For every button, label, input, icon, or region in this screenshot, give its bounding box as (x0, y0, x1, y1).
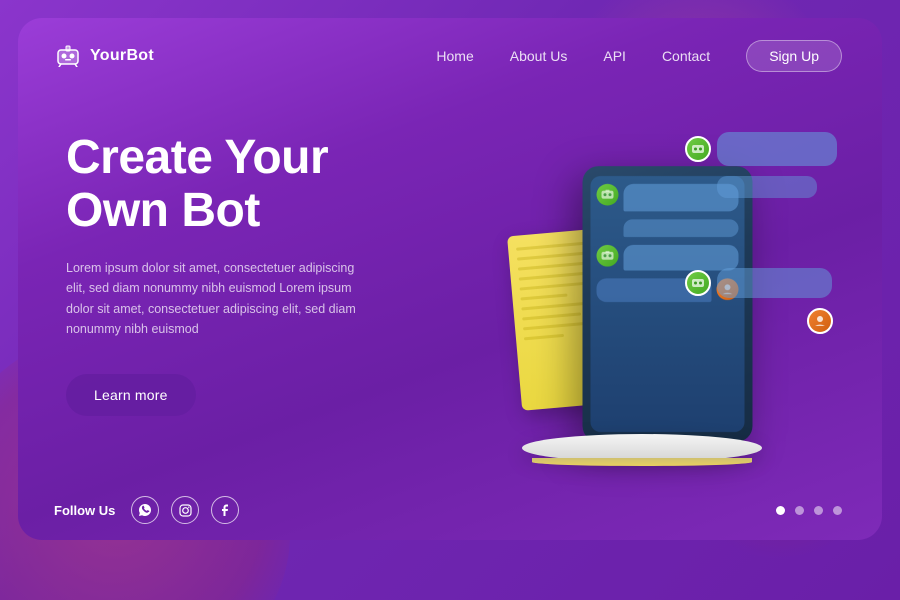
logo[interactable]: YourBot (54, 45, 154, 67)
float-bubble-2 (717, 176, 817, 198)
page-dots (776, 506, 842, 515)
device-platform (522, 434, 762, 462)
instagram-icon[interactable] (171, 496, 199, 524)
dot-3[interactable] (814, 506, 823, 515)
logo-icon (54, 45, 82, 67)
nav-link-home[interactable]: Home (436, 48, 473, 64)
bot-avatar-2 (597, 245, 619, 267)
whatsapp-icon[interactable] (131, 496, 159, 524)
note-line (522, 312, 581, 320)
dot-1[interactable] (776, 506, 785, 515)
float-chat-3 (685, 268, 837, 298)
note-line (524, 334, 564, 340)
hero-left: Create Your Own Bot Lorem ipsum dolor si… (66, 112, 442, 416)
float-bubble (717, 132, 837, 166)
dot-2[interactable] (795, 506, 804, 515)
hero-illustration (442, 112, 842, 492)
note-line (520, 293, 567, 300)
nav-link-about[interactable]: About Us (510, 48, 568, 64)
hero-description: Lorem ipsum dolor sit amet, consectetuer… (66, 258, 376, 341)
float-chat-2 (685, 176, 837, 198)
logo-text: YourBot (90, 47, 154, 65)
hero-title: Create Your Own Bot (66, 132, 442, 238)
nav-link-api[interactable]: API (603, 48, 626, 64)
floating-chat-area (685, 132, 837, 334)
main-card: YourBot Home About Us API Contact Sign U… (18, 18, 882, 540)
float-chat-1 (685, 132, 837, 166)
follow-label: Follow Us (54, 503, 115, 518)
hero-section: Create Your Own Bot Lorem ipsum dolor si… (18, 72, 882, 492)
facebook-icon[interactable] (211, 496, 239, 524)
bot-avatar-1 (597, 184, 619, 206)
nav-links: Home About Us API Contact Sign Up (436, 40, 842, 72)
nav-link-contact[interactable]: Contact (662, 48, 710, 64)
float-bot-avatar (685, 136, 711, 162)
dot-4[interactable] (833, 506, 842, 515)
float-user-avatar (807, 308, 833, 334)
learn-more-button[interactable]: Learn more (66, 374, 196, 416)
follow-section: Follow Us (54, 496, 239, 524)
footer: Follow Us (18, 480, 882, 540)
float-bot-avatar-2 (685, 270, 711, 296)
float-chat-4 (685, 308, 837, 334)
signup-button[interactable]: Sign Up (746, 40, 842, 72)
navbar: YourBot Home About Us API Contact Sign U… (18, 18, 882, 72)
float-bubble-3 (717, 268, 832, 298)
social-icons (131, 496, 239, 524)
page-background: YourBot Home About Us API Contact Sign U… (0, 0, 900, 600)
